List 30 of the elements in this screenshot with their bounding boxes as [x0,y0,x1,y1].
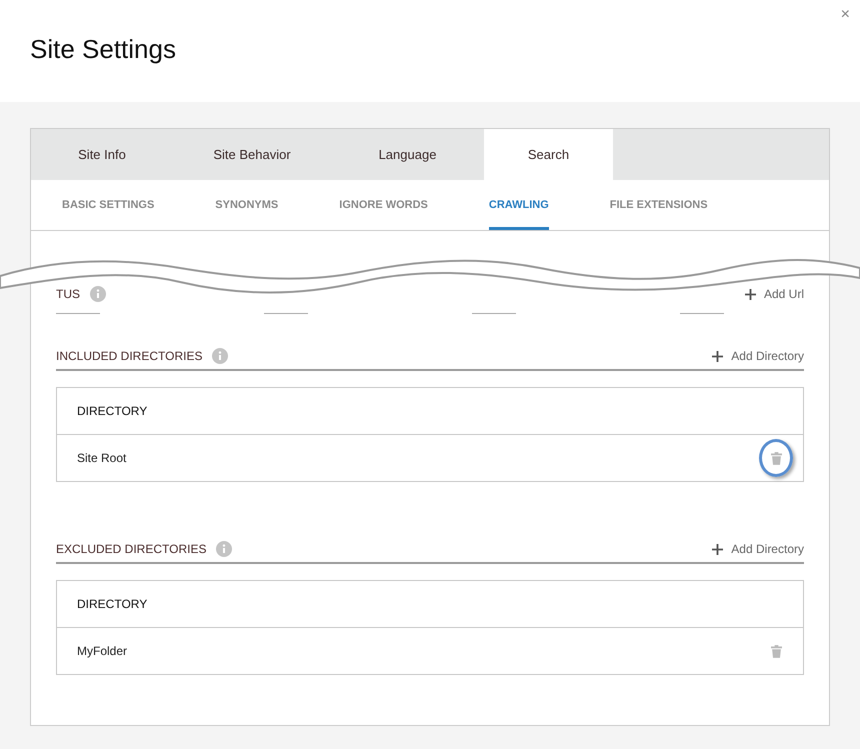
section-title: EXCLUDED DIRECTORIES [56,542,206,556]
plus-icon [712,350,724,362]
subtab[interactable]: CRAWLING [488,180,549,230]
column-header: DIRECTORY [57,388,803,435]
subtab[interactable]: IGNORE WORDS [339,180,428,230]
section-title: TUS [56,287,80,301]
column-header: DIRECTORY [57,581,803,628]
info-icon[interactable] [212,348,228,364]
tab[interactable]: Site Info [31,129,173,180]
table-cell: MyFolder [77,644,128,658]
delete-button[interactable] [759,439,793,477]
info-icon[interactable] [90,286,106,302]
dialog-title: Site Settings [30,34,176,65]
trash-icon [770,644,782,658]
subtab[interactable]: BASIC SETTINGS [62,180,154,230]
subtab[interactable]: FILE EXTENSIONS [610,180,708,230]
close-button[interactable]: × [836,4,854,26]
add-directory-button[interactable]: Add Directory [712,349,804,363]
add-url-button[interactable]: Add Url [744,287,804,301]
table-cell: Site Root [77,451,126,465]
plus-icon [712,544,724,554]
subtab[interactable]: SYNONYMS [215,180,278,230]
section-title: INCLUDED DIRECTORIES [56,349,202,363]
plus-icon [744,288,756,300]
tab[interactable]: Search [484,129,613,180]
info-icon[interactable] [216,541,232,557]
add-directory-button[interactable]: Add Directory [712,542,804,556]
tab[interactable]: Language [331,129,484,180]
tab[interactable]: Site Behavior [173,129,331,180]
trash-icon [770,452,782,464]
